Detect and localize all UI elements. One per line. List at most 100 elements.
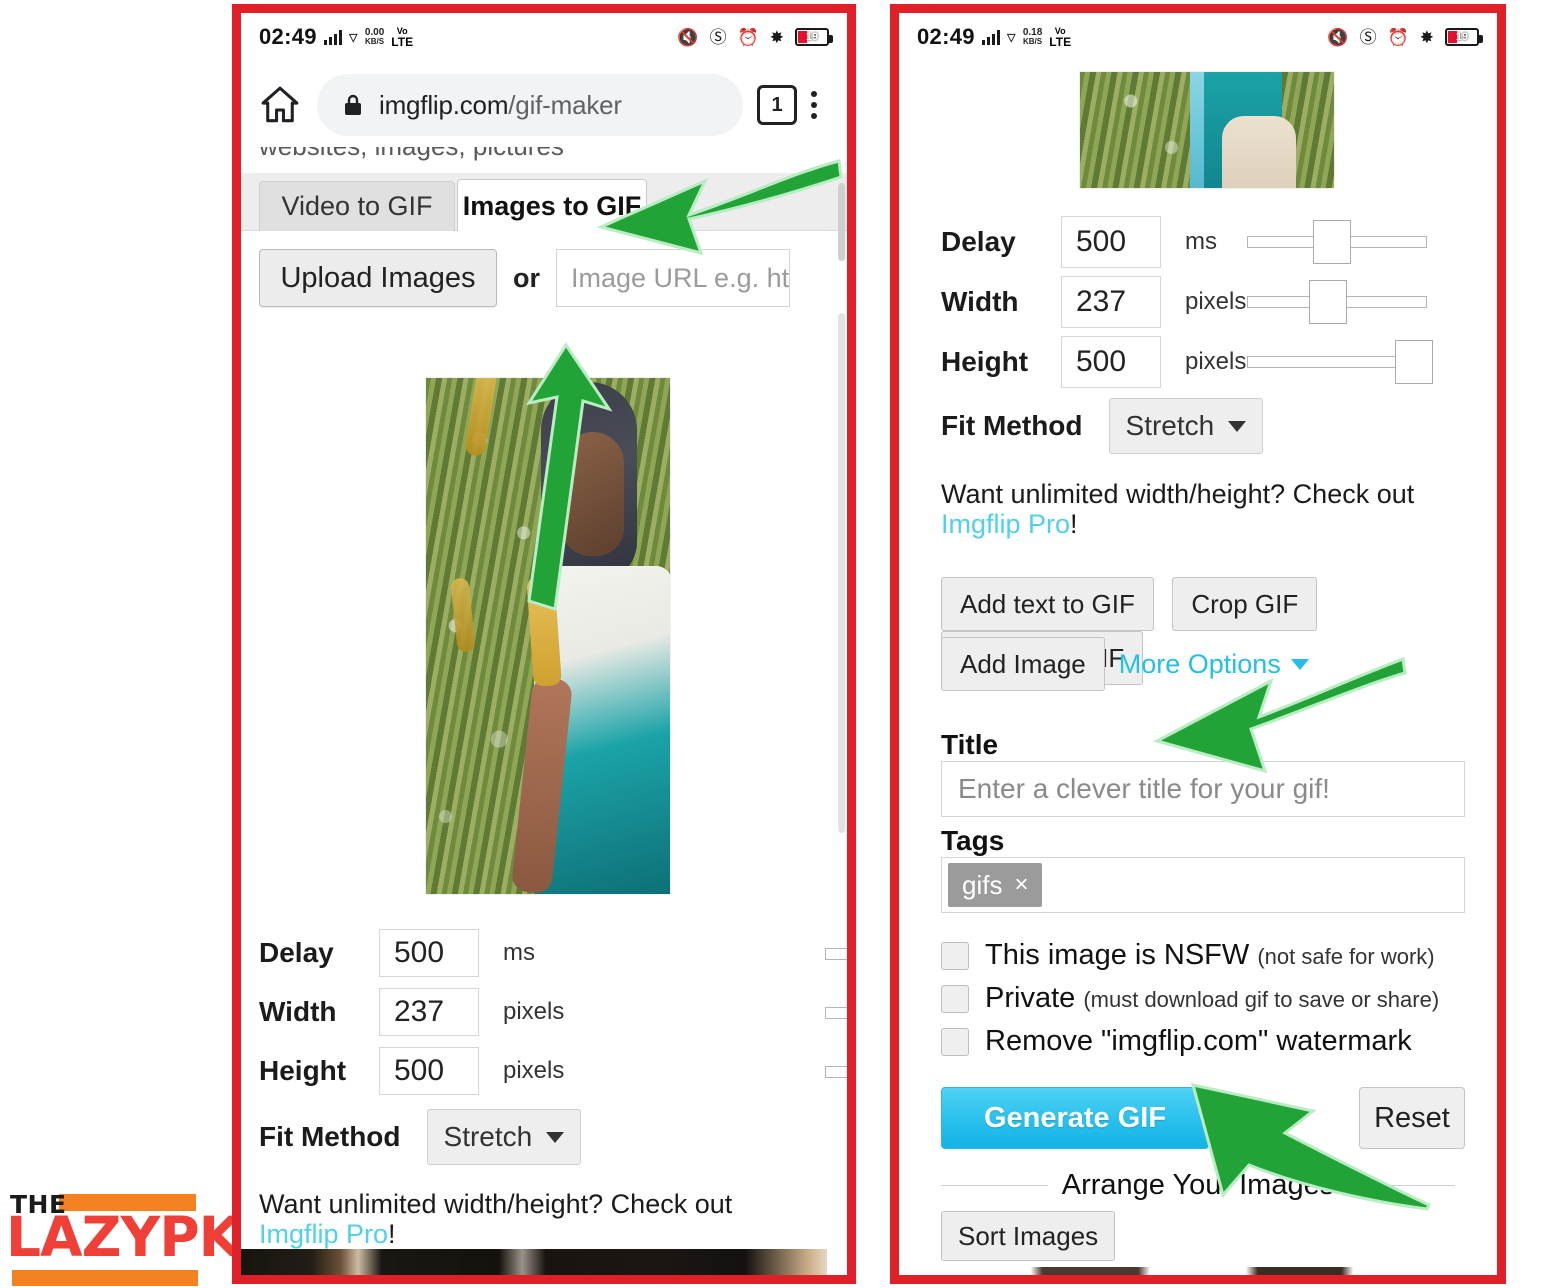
volte-icon: Vo LTE bbox=[1049, 26, 1071, 48]
sort-images-wrap: Sort Images bbox=[941, 1211, 1116, 1261]
remove-watermark-label: Remove "imgflip.com" watermark bbox=[985, 1025, 1412, 1058]
private-checkbox[interactable] bbox=[941, 984, 969, 1013]
tag-chip-gifs[interactable]: gifs × bbox=[948, 863, 1043, 907]
nsfw-checkbox-row[interactable]: This image is NSFW (not safe for work) bbox=[941, 939, 1481, 972]
data-speed-unit-right: KB/S bbox=[1023, 37, 1043, 46]
sort-images-button[interactable]: Sort Images bbox=[941, 1211, 1116, 1261]
private-label-main: Private bbox=[985, 982, 1076, 1014]
add-image-button[interactable]: Add Image bbox=[941, 637, 1105, 691]
more-options-label: More Options bbox=[1118, 648, 1281, 679]
arrange-images-divider: Arrange Your Images bbox=[941, 1169, 1455, 1202]
url-path: /gif-maker bbox=[508, 89, 622, 120]
tag-chip-label: gifs bbox=[962, 869, 1003, 900]
fit-method-select[interactable]: Stretch bbox=[1108, 398, 1264, 454]
logo-bar-bottom bbox=[12, 1270, 198, 1286]
tags-input[interactable]: gifs × bbox=[941, 857, 1465, 913]
preview-person-face bbox=[562, 432, 624, 556]
clipped-page-text: websites, images, pictures bbox=[241, 147, 847, 169]
width-slider[interactable] bbox=[1247, 280, 1427, 324]
status-time: 02:49 bbox=[259, 24, 317, 49]
title-input[interactable]: Enter a clever title for your gif! bbox=[941, 761, 1465, 817]
height-unit: pixels bbox=[1185, 348, 1247, 375]
pro-promo-sentence: Want unlimited width/height? Check out bbox=[941, 479, 1415, 509]
reset-label: Reset bbox=[1374, 1101, 1450, 1134]
battery-level: 19 bbox=[805, 31, 819, 43]
delay-slider[interactable] bbox=[1247, 220, 1427, 264]
close-icon[interactable]: × bbox=[1014, 871, 1028, 899]
bottom-content-sliver bbox=[899, 1267, 1497, 1275]
crop-gif-button[interactable]: Crop GIF bbox=[1172, 577, 1318, 631]
gif-action-buttons-row-2: Add Image More Options bbox=[941, 637, 1479, 691]
width-slider-track bbox=[825, 1007, 847, 1019]
height-value: 500 bbox=[1076, 345, 1127, 378]
height-row: Height 500 pixels bbox=[941, 336, 1246, 388]
delay-input[interactable]: 500 bbox=[379, 929, 479, 977]
width-slider[interactable] bbox=[825, 1000, 847, 1026]
width-input[interactable]: 237 bbox=[379, 988, 479, 1036]
width-label: Width bbox=[259, 996, 337, 1027]
tags-label-wrap: Tags bbox=[941, 825, 1004, 857]
address-bar-url: imgflip.com/gif-maker bbox=[379, 90, 622, 121]
remove-watermark-checkbox[interactable] bbox=[941, 1027, 969, 1056]
private-checkbox-row[interactable]: Private (must download gif to save or sh… bbox=[941, 982, 1481, 1015]
divider-left bbox=[941, 1185, 1048, 1186]
delay-unit: ms bbox=[503, 939, 535, 966]
address-bar[interactable]: imgflip.com/gif-maker bbox=[317, 74, 743, 136]
imgflip-pro-link[interactable]: Imgflip Pro bbox=[259, 1219, 388, 1249]
image-url-input[interactable]: Image URL e.g. ht bbox=[556, 249, 790, 307]
fit-method-value: Stretch bbox=[443, 1121, 533, 1152]
height-slider[interactable] bbox=[825, 1059, 847, 1085]
fit-method-select[interactable]: Stretch bbox=[426, 1109, 582, 1165]
home-icon[interactable] bbox=[257, 82, 303, 128]
chevron-down-icon bbox=[1290, 658, 1309, 670]
preview-corn-cob-lower bbox=[450, 577, 476, 653]
delay-slider[interactable] bbox=[825, 941, 847, 967]
height-value: 500 bbox=[394, 1054, 445, 1087]
kebab-menu-icon[interactable] bbox=[797, 91, 831, 119]
delay-label: Delay bbox=[259, 937, 334, 968]
imgflip-pro-link[interactable]: Imgflip Pro bbox=[941, 509, 1070, 539]
tab-count-button[interactable]: 1 bbox=[757, 85, 797, 125]
reset-button[interactable]: Reset bbox=[1359, 1087, 1465, 1149]
browser-toolbar: imgflip.com/gif-maker 1 bbox=[241, 61, 847, 149]
generate-gif-button[interactable]: Generate GIF bbox=[941, 1087, 1209, 1149]
preview-corn-cob-upper bbox=[464, 378, 498, 458]
status-bar-left-group: 02:49 ▿ 0.00 KB/S Vo LTE bbox=[259, 24, 413, 50]
tab-video-to-gif-label: Video to GIF bbox=[281, 191, 433, 221]
dnd-icon: Ⓢ bbox=[709, 27, 727, 47]
page-scrollbar[interactable] bbox=[838, 183, 845, 261]
nsfw-label-note: (not safe for work) bbox=[1257, 944, 1435, 969]
more-options-toggle[interactable]: More Options bbox=[1119, 649, 1309, 680]
tab-images-to-gif[interactable]: Images to GIF bbox=[457, 179, 647, 233]
remove-watermark-checkbox-row[interactable]: Remove "imgflip.com" watermark bbox=[941, 1025, 1481, 1058]
nsfw-checkbox[interactable] bbox=[941, 941, 969, 970]
pro-promo-bang: ! bbox=[1070, 509, 1078, 540]
delay-input[interactable]: 500 bbox=[1061, 216, 1161, 268]
left-phone-screen: 02:49 ▿ 0.00 KB/S Vo LTE 🔇 Ⓢ ⏰ ✸ 19 imgf… bbox=[241, 13, 847, 1275]
width-slider-knob[interactable] bbox=[1309, 280, 1347, 324]
bluetooth-icon: ✸ bbox=[769, 27, 784, 47]
submit-row: Generate GIF Reset bbox=[941, 1087, 1465, 1149]
wifi-icon: ▿ bbox=[348, 27, 358, 47]
tab-video-to-gif[interactable]: Video to GIF bbox=[259, 181, 455, 231]
height-slider[interactable] bbox=[1247, 340, 1433, 384]
nsfw-label-main: This image is NSFW bbox=[985, 939, 1250, 971]
width-row: Width 237 pixels bbox=[941, 276, 1246, 328]
height-input[interactable]: 500 bbox=[379, 1047, 479, 1095]
height-slider-track bbox=[825, 1066, 847, 1078]
delay-slider-knob[interactable] bbox=[1313, 220, 1351, 264]
width-input[interactable]: 237 bbox=[1061, 276, 1161, 328]
add-text-to-gif-button[interactable]: Add text to GIF bbox=[941, 577, 1154, 631]
private-label-note: (must download gif to save or share) bbox=[1083, 987, 1440, 1012]
logo-name-text: LAZYPK bbox=[6, 1205, 241, 1269]
pro-promo-bang: ! bbox=[388, 1219, 396, 1250]
height-slider-knob[interactable] bbox=[1395, 340, 1433, 384]
height-input[interactable]: 500 bbox=[1061, 336, 1161, 388]
mute-icon: 🔇 bbox=[677, 27, 699, 47]
upload-images-button[interactable]: Upload Images bbox=[259, 249, 497, 307]
width-row: Width 237 pixels bbox=[259, 988, 564, 1036]
inner-scrollbar[interactable] bbox=[838, 313, 845, 833]
status-bar-left-group-right: 02:49 ▿ 0.18 KB/S Vo LTE bbox=[917, 24, 1071, 50]
pro-promo-text: Want unlimited width/height? Check out I… bbox=[941, 479, 1461, 539]
battery-level-right: 19 bbox=[1455, 31, 1469, 43]
